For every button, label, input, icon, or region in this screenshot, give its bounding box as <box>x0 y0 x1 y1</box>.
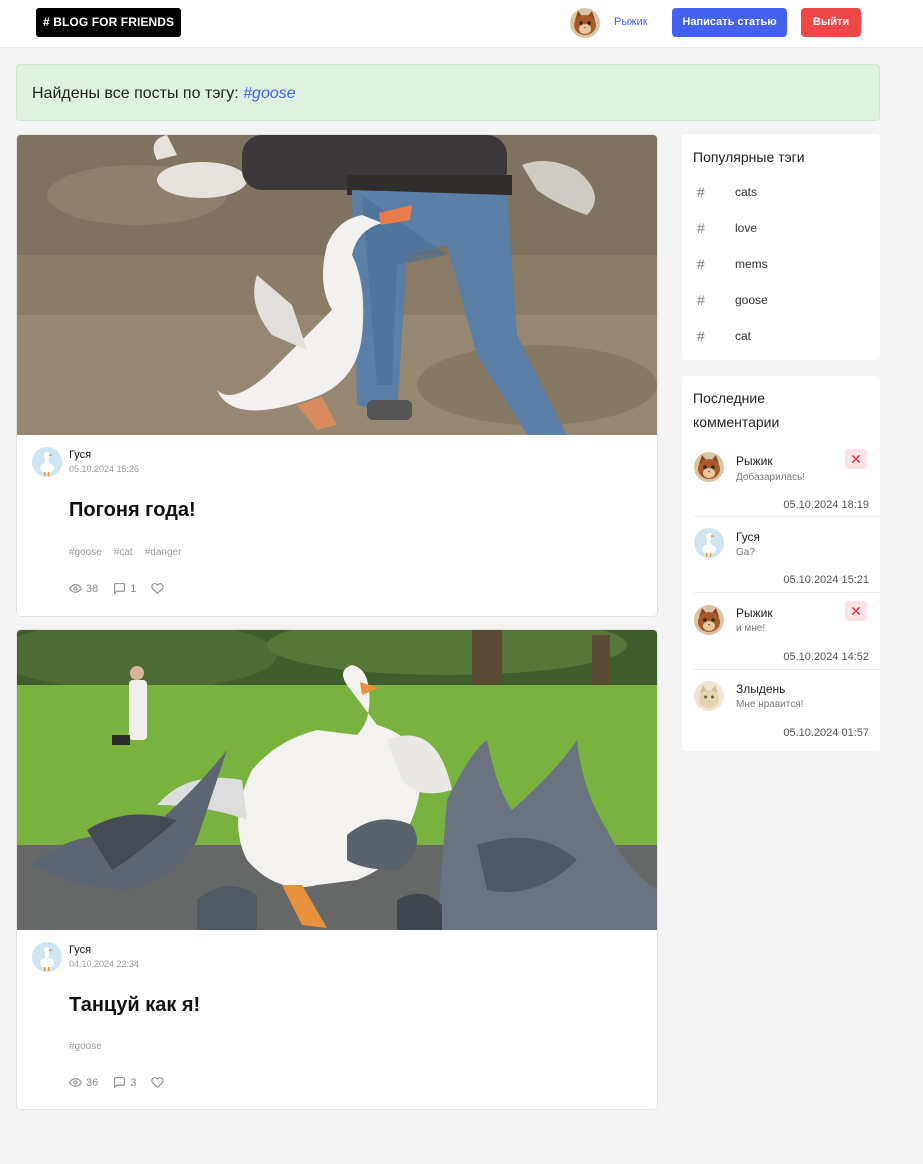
post-author[interactable]: Гуся <box>69 449 91 461</box>
banner-tag: #goose <box>243 85 296 102</box>
comment-text: Добазарилась! <box>736 472 806 483</box>
like-button[interactable] <box>151 582 168 595</box>
comment-icon <box>114 1077 126 1089</box>
popular-tags-title: Популярные тэги <box>693 149 805 165</box>
tag-label: love <box>735 221 758 235</box>
tag-label: cats <box>735 185 758 199</box>
comments-count: 1 <box>130 582 137 595</box>
recent-comments-title: Последние комментарии <box>693 386 779 434</box>
comment-avatar[interactable] <box>694 681 724 711</box>
comments-count: 3 <box>130 1076 137 1089</box>
post-date: 05.10.2024 15:26 <box>69 464 140 474</box>
heart-icon <box>151 583 165 595</box>
comment-date: 05.10.2024 15:21 <box>783 574 869 586</box>
post-stats: 38 1 <box>69 582 183 595</box>
tag-item[interactable]: # love <box>697 218 757 238</box>
recent-comments-title-line1: Последние <box>693 390 766 406</box>
comment-avatar[interactable] <box>694 528 724 558</box>
post-tag-link[interactable]: #danger <box>145 547 182 558</box>
write-article-button[interactable]: Написать статью <box>672 8 787 37</box>
comment-author[interactable]: Гуся <box>736 530 760 544</box>
recent-comments-title-line2: комментарии <box>693 414 780 430</box>
post-date: 04.10.2024 22:34 <box>69 959 140 969</box>
comment-text: и мне! <box>736 623 766 634</box>
like-button[interactable] <box>151 1076 168 1089</box>
heart-icon <box>151 1077 165 1089</box>
tag-label: cat <box>735 329 752 343</box>
hash-icon: # <box>697 292 705 308</box>
comment-divider <box>694 592 880 593</box>
tag-item[interactable]: # cat <box>697 326 751 346</box>
tag-item[interactable]: # mems <box>697 254 768 274</box>
eye-icon <box>69 1078 82 1087</box>
post-tags: #goose <box>69 1041 102 1052</box>
views-count: 38 <box>86 582 99 595</box>
comment-date: 05.10.2024 14:52 <box>783 651 869 663</box>
comments-stat[interactable]: 3 <box>113 1076 136 1089</box>
top-header: # BLOG FOR FRIENDS Рыжик Написать статью… <box>0 0 923 48</box>
banner-text: Найдены все посты по тэгу: #goose <box>32 85 296 103</box>
post-tag-link[interactable]: #goose <box>69 1041 102 1052</box>
comment-text: Ga? <box>736 547 755 558</box>
comment-date: 05.10.2024 01:57 <box>783 727 869 739</box>
comments-stat[interactable]: 1 <box>113 582 136 595</box>
post-tag-link[interactable]: #cat <box>114 547 133 558</box>
user-name-link[interactable]: Рыжик <box>614 16 648 28</box>
hash-icon: # <box>697 328 705 344</box>
comment-author[interactable]: Рыжик <box>736 454 773 468</box>
comment-item[interactable]: Злыдень Мне нравится! 05.10.2024 01:57 <box>682 681 880 746</box>
comment-item[interactable]: Рыжик Добазарилась! ✕ 05.10.2024 18:19 <box>682 449 880 517</box>
tag-label: mems <box>735 257 768 271</box>
comment-text: Мне нравится! <box>736 699 804 710</box>
comment-divider <box>694 669 880 670</box>
views-count: 36 <box>86 1076 99 1089</box>
author-avatar[interactable] <box>32 447 62 477</box>
popular-tags-card: Популярные тэги # cats # love # mems # g… <box>682 134 880 360</box>
user-avatar[interactable] <box>570 8 600 38</box>
comment-avatar[interactable] <box>694 605 724 635</box>
comment-item[interactable]: Рыжик и мне! ✕ 05.10.2024 14:52 <box>682 601 880 670</box>
author-avatar[interactable] <box>32 942 62 972</box>
comment-icon <box>114 583 126 595</box>
recent-comments-card: Последние комментарии Рыжик Добазарилась… <box>682 376 880 751</box>
comment-author[interactable]: Рыжик <box>736 606 773 620</box>
post-card[interactable]: Гуся 04.10.2024 22:34 Танцуй как я! #goo… <box>16 629 658 1110</box>
hash-icon: # <box>697 184 705 200</box>
post-image[interactable] <box>17 630 657 930</box>
post-title[interactable]: Танцуй как я! <box>69 994 200 1017</box>
comment-date: 05.10.2024 18:19 <box>783 499 869 511</box>
delete-comment-button[interactable]: ✕ <box>845 601 867 621</box>
tag-item[interactable]: # goose <box>697 290 768 310</box>
views-stat: 36 <box>69 1076 98 1089</box>
hash-icon: # <box>697 220 705 236</box>
post-title[interactable]: Погоня года! <box>69 499 196 522</box>
post-tag-link[interactable]: #goose <box>69 547 102 558</box>
comment-avatar[interactable] <box>694 452 724 482</box>
logout-button[interactable]: Выйти <box>801 8 861 37</box>
post-stats: 36 3 <box>69 1076 183 1089</box>
site-logo[interactable]: # BLOG FOR FRIENDS <box>36 8 182 37</box>
delete-comment-button[interactable]: ✕ <box>845 449 867 469</box>
eye-icon <box>69 584 82 593</box>
comment-author[interactable]: Злыдень <box>736 682 785 696</box>
post-image[interactable] <box>17 135 657 435</box>
tag-search-banner: Найдены все посты по тэгу: #goose <box>16 64 880 121</box>
comment-item[interactable]: Гуся Ga? 05.10.2024 15:21 <box>682 528 880 593</box>
post-card[interactable]: Гуся 05.10.2024 15:26 Погоня года! #goos… <box>16 134 658 617</box>
tag-item[interactable]: # cats <box>697 182 757 202</box>
views-stat: 38 <box>69 582 98 595</box>
tag-label: goose <box>735 293 768 307</box>
post-author[interactable]: Гуся <box>69 944 91 956</box>
hash-icon: # <box>697 256 705 272</box>
banner-label: Найдены все посты по тэгу: <box>32 85 239 102</box>
comment-divider <box>694 516 880 517</box>
post-tags: #goose #cat #danger <box>69 547 181 558</box>
